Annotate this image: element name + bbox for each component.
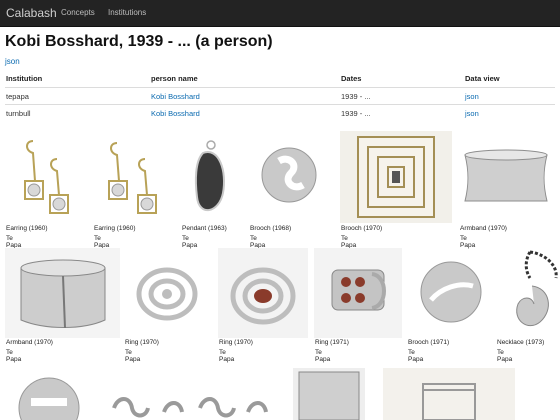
navbar: Calabash Concepts Institutions (0, 0, 560, 27)
brooch-image[interactable] (407, 248, 497, 338)
item-caption: Earring (1960) (94, 225, 136, 232)
earring-image[interactable] (5, 131, 83, 223)
brooch-image[interactable] (340, 131, 452, 223)
ring-image[interactable] (124, 248, 210, 338)
item-institution: Te Papa (182, 235, 198, 249)
dates-cell: 1939 - ... (341, 109, 371, 118)
earring-image[interactable] (93, 131, 171, 223)
header-dates: Dates (341, 74, 362, 83)
header-institution: Institution (6, 74, 43, 83)
brooch-image[interactable] (249, 131, 327, 223)
item-caption: Brooch (1971) (408, 339, 450, 346)
item-caption: Brooch (1968) (250, 225, 292, 232)
item-institution: Te Papa (125, 349, 141, 363)
item-caption: Armband (1970) (6, 339, 53, 346)
nav-institutions[interactable]: Institutions (108, 8, 146, 17)
brand-link[interactable]: Calabash (6, 6, 57, 20)
ring-image[interactable] (314, 248, 402, 338)
item-institution: Te Papa (341, 235, 357, 249)
brooch-image[interactable] (5, 368, 95, 420)
armband-image[interactable] (459, 131, 555, 223)
necklace-image[interactable] (108, 368, 273, 420)
necklace-image[interactable] (496, 248, 558, 338)
header-person-name: person name (151, 74, 198, 83)
item-institution: Te Papa (497, 349, 513, 363)
item-caption: Ring (1971) (315, 339, 349, 346)
item-institution: Te Papa (460, 235, 476, 249)
page-title: Kobi Bosshard, 1939 - ... (a person) (5, 33, 273, 50)
item-caption: Ring (1970) (219, 339, 253, 346)
person-name-link[interactable]: Kobi Bosshard (151, 109, 200, 118)
item-institution: Te Papa (6, 349, 22, 363)
pendant-image[interactable] (181, 131, 241, 223)
armband-image[interactable] (293, 368, 365, 420)
table-row: turnbull Kobi Bosshard 1939 - ... json (5, 104, 555, 121)
item-caption: Brooch (1970) (341, 225, 383, 232)
json-link[interactable]: json (465, 92, 479, 101)
item-institution: Te Papa (250, 235, 266, 249)
item-institution: Te Papa (408, 349, 424, 363)
page-json-link[interactable]: json (5, 57, 20, 66)
institution-cell: turnbull (6, 109, 31, 118)
header-data-view: Data view (465, 74, 500, 83)
item-institution: Te Papa (6, 235, 22, 249)
table-header-row: Institution person name Dates Data view (5, 70, 555, 86)
nav-concepts[interactable]: Concepts (61, 8, 95, 17)
armband-image[interactable] (5, 248, 120, 338)
ring-image[interactable] (218, 248, 308, 338)
item-institution: Te Papa (219, 349, 235, 363)
item-caption: Necklace (1973) (497, 339, 545, 346)
item-caption: Ring (1970) (125, 339, 159, 346)
dates-cell: 1939 - ... (341, 92, 371, 101)
person-name-link[interactable]: Kobi Bosshard (151, 92, 200, 101)
item-caption: Pendant (1963) (182, 225, 227, 232)
table-row: tepapa Kobi Bosshard 1939 - ... json (5, 87, 555, 104)
item-institution: Te Papa (94, 235, 110, 249)
institution-cell: tepapa (6, 92, 29, 101)
item-institution: Te Papa (315, 349, 331, 363)
brooch-image[interactable] (383, 368, 515, 420)
item-caption: Earring (1960) (6, 225, 48, 232)
json-link[interactable]: json (465, 109, 479, 118)
item-caption: Armband (1970) (460, 225, 507, 232)
